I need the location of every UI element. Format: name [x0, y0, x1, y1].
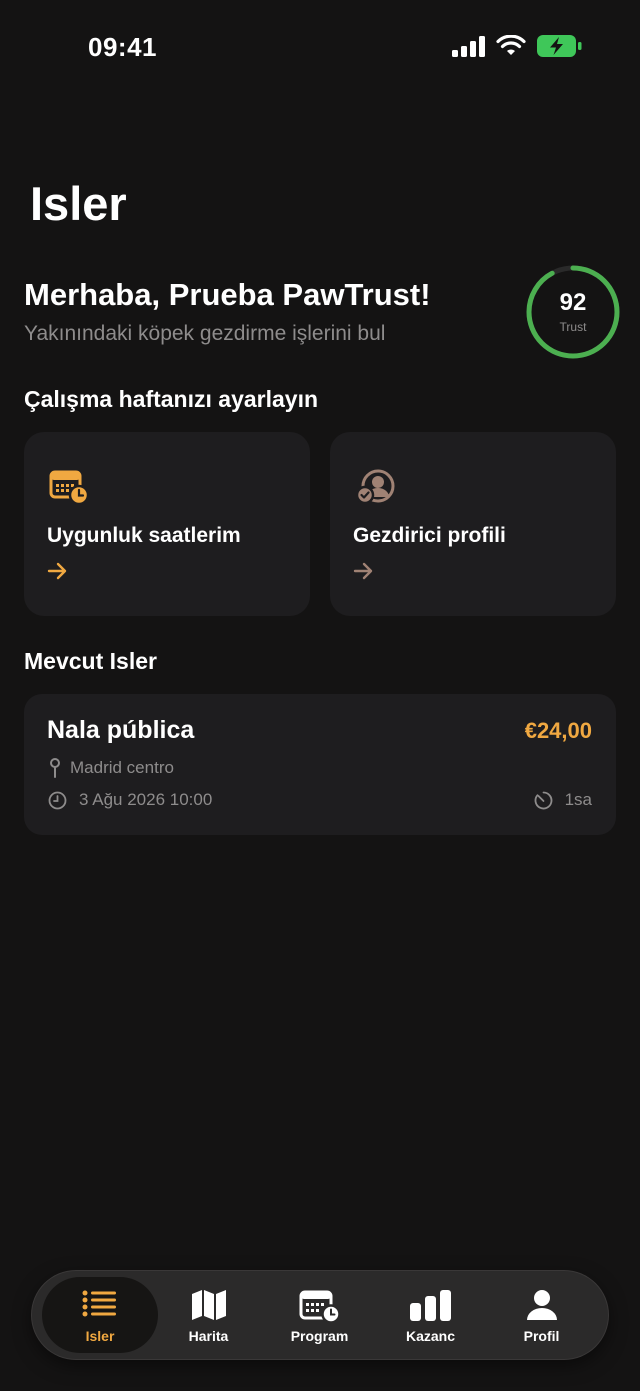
- job-duration: 1sa: [534, 790, 592, 810]
- job-datetime: 3 Ağu 2026 10:00: [48, 790, 212, 810]
- user-check-icon: [355, 469, 395, 505]
- timer-icon: [534, 791, 552, 809]
- greeting-title: Merhaba, Prueba PawTrust!: [24, 277, 431, 312]
- page-title: Isler: [30, 177, 127, 230]
- status-time: 09:41: [88, 32, 157, 62]
- tab-program[interactable]: Program: [264, 1277, 375, 1353]
- walker-profile-card[interactable]: Gezdirici profili: [330, 432, 616, 616]
- wifi-icon: [496, 35, 526, 55]
- calendar-icon: [299, 1290, 341, 1323]
- tab-isler-label: Isler: [85, 1328, 115, 1344]
- walker-profile-label: Gezdirici profili: [353, 524, 506, 547]
- clock-icon: [48, 791, 67, 809]
- available-jobs-title: Mevcut Isler: [24, 648, 157, 674]
- tab-bar: Isler Harita Program Kazanc Profil: [32, 1271, 608, 1359]
- tab-isler[interactable]: Isler: [42, 1277, 158, 1353]
- signal-icon: [452, 36, 485, 57]
- arrow-right-icon: [47, 562, 67, 580]
- job-title: Nala pública: [47, 716, 195, 744]
- trust-score-value: 92: [559, 289, 587, 316]
- status-bar: 09:41: [0, 0, 640, 94]
- calendar-clock-icon: [49, 470, 90, 506]
- week-section-title: Çalışma haftanızı ayarlayın: [24, 386, 319, 412]
- tab-harita-label: Harita: [188, 1328, 229, 1344]
- availability-hours-label: Uygunluk saatlerim: [47, 524, 241, 547]
- trust-score-label: Trust: [559, 320, 587, 334]
- job-location-text: Madrid centro: [70, 758, 174, 777]
- map-icon: [191, 1290, 226, 1320]
- tab-profil[interactable]: Profil: [486, 1277, 597, 1353]
- arrow-right-icon: [353, 562, 373, 580]
- trust-score-ring[interactable]: 92 Trust: [524, 263, 622, 361]
- tab-kazanc[interactable]: Kazanc: [375, 1277, 486, 1353]
- pin-icon: [50, 758, 60, 778]
- person-icon: [526, 1290, 557, 1320]
- job-location: Madrid centro: [48, 758, 174, 778]
- tab-harita[interactable]: Harita: [153, 1277, 264, 1353]
- tab-profil-label: Profil: [523, 1328, 560, 1344]
- job-datetime-text: 3 Ağu 2026 10:00: [79, 790, 213, 809]
- job-duration-text: 1sa: [564, 790, 592, 809]
- battery-charging-icon: [537, 35, 582, 57]
- list-icon: [82, 1290, 116, 1317]
- job-card[interactable]: Nala pública €24,00 Madrid centro 3 Ağu …: [24, 694, 616, 835]
- greeting-subtitle: Yakınındaki köpek gezdirme işlerini bul: [24, 322, 386, 345]
- status-icons: [452, 34, 582, 58]
- tab-kazanc-label: Kazanc: [405, 1328, 456, 1344]
- bar-chart-icon: [409, 1290, 451, 1321]
- tab-program-label: Program: [290, 1328, 349, 1344]
- availability-hours-card[interactable]: Uygunluk saatlerim: [24, 432, 310, 616]
- job-price: €24,00: [524, 718, 592, 743]
